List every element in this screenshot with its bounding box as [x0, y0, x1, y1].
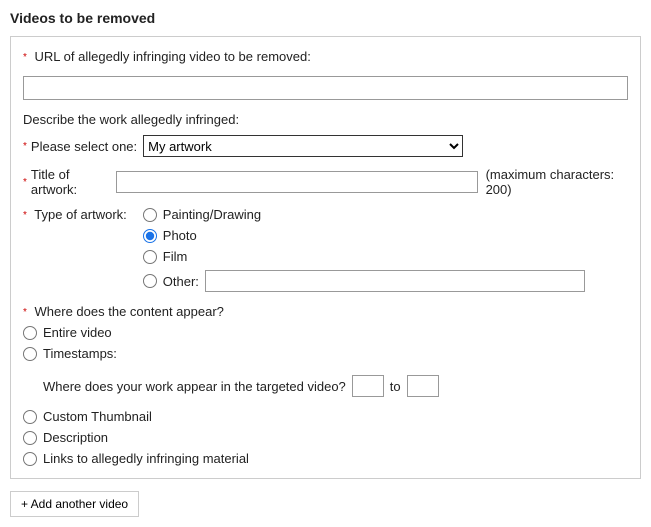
type-photo-label: Photo: [163, 228, 197, 243]
type-painting-label: Painting/Drawing: [163, 207, 261, 222]
title-suffix: (maximum characters: 200): [486, 167, 628, 197]
title-label: Title of artwork:: [31, 167, 111, 197]
type-other-label: Other:: [163, 274, 199, 289]
required-marker: *: [23, 141, 27, 152]
title-input[interactable]: [116, 171, 477, 193]
timestamp-from-input[interactable]: [352, 375, 384, 397]
appear-links-label: Links to allegedly infringing material: [43, 451, 249, 466]
select-one-dropdown[interactable]: My artwork: [143, 135, 463, 157]
appear-timestamps-label: Timestamps:: [43, 346, 117, 361]
appear-description-label: Description: [43, 430, 108, 445]
appear-timestamps-radio[interactable]: [23, 347, 37, 361]
type-film-radio[interactable]: [143, 250, 157, 264]
type-photo-radio[interactable]: [143, 229, 157, 243]
form-container: * URL of allegedly infringing video to b…: [10, 36, 641, 479]
type-label: Type of artwork:: [34, 207, 126, 222]
appear-entire-label: Entire video: [43, 325, 112, 340]
type-painting-radio[interactable]: [143, 208, 157, 222]
type-film-label: Film: [163, 249, 188, 264]
type-other-radio[interactable]: [143, 274, 157, 288]
appear-thumbnail-radio[interactable]: [23, 410, 37, 424]
select-one-label: Please select one:: [31, 139, 137, 154]
required-marker: *: [23, 307, 27, 318]
url-input[interactable]: [23, 76, 628, 100]
describe-label: Describe the work allegedly infringed:: [23, 112, 628, 127]
required-marker: *: [23, 210, 27, 221]
section-title: Videos to be removed: [10, 10, 641, 26]
add-another-video-button[interactable]: + Add another video: [10, 491, 139, 517]
timestamp-prompt: Where does your work appear in the targe…: [43, 379, 346, 394]
appear-label: Where does the content appear?: [35, 304, 224, 319]
required-marker: *: [23, 177, 27, 188]
timestamp-to-input[interactable]: [407, 375, 439, 397]
appear-description-radio[interactable]: [23, 431, 37, 445]
required-marker: *: [23, 52, 27, 63]
type-other-input[interactable]: [205, 270, 585, 292]
appear-entire-radio[interactable]: [23, 326, 37, 340]
appear-links-radio[interactable]: [23, 452, 37, 466]
url-label: URL of allegedly infringing video to be …: [35, 49, 311, 64]
timestamp-to-label: to: [390, 379, 401, 394]
appear-thumbnail-label: Custom Thumbnail: [43, 409, 152, 424]
